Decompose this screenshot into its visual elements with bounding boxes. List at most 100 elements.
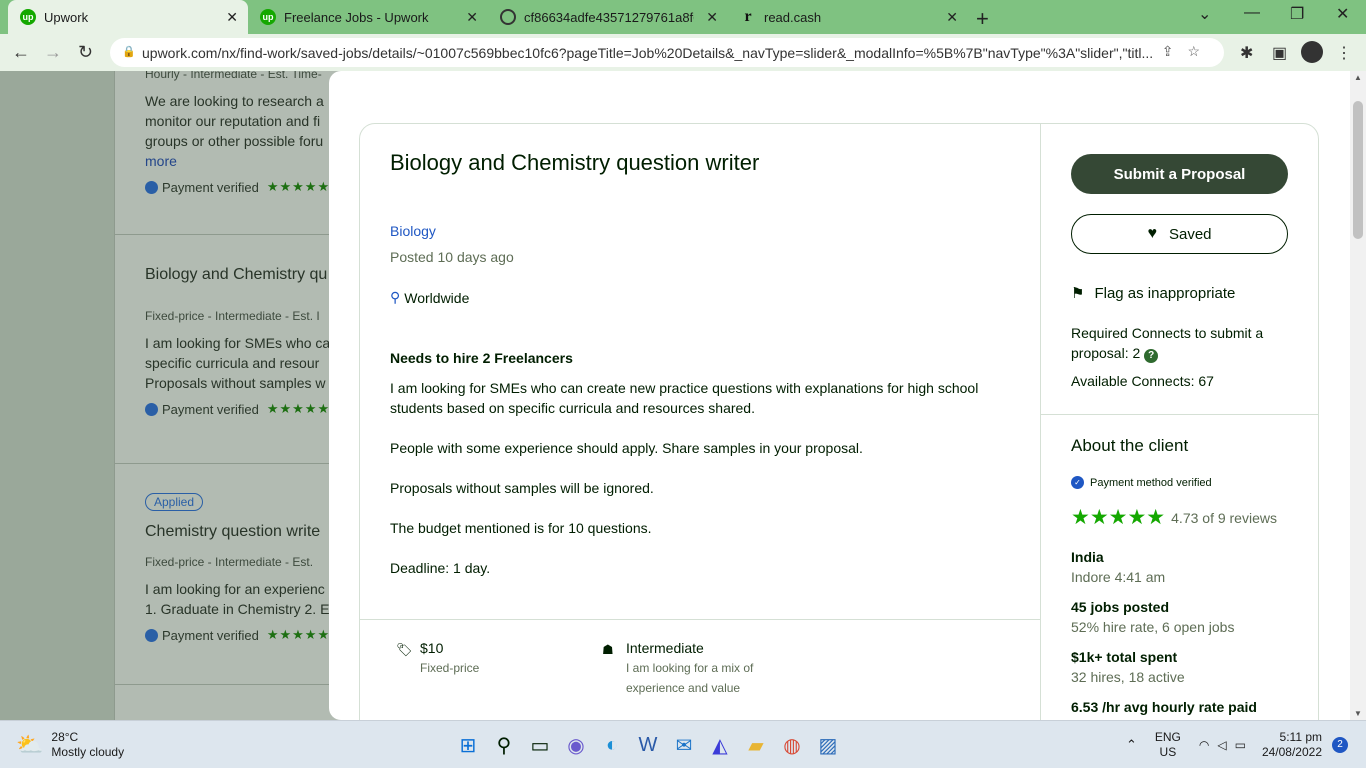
mail-icon[interactable]: ✉	[666, 729, 702, 761]
experience-desc: I am looking for a mix of experience and…	[626, 661, 754, 695]
flag-icon: ⚑	[1071, 285, 1085, 302]
browser-tab-strip: up Upwork ✕ up Freelance Jobs - Upwork ✕…	[0, 0, 1366, 34]
battery-icon[interactable]: ▭	[1235, 738, 1246, 752]
minimize-icon[interactable]: —	[1244, 4, 1260, 22]
experience-feature: ☗ Intermediate I am looking for a mix of…	[602, 640, 786, 698]
volume-icon[interactable]: ◁	[1217, 738, 1226, 752]
tab-search-icon[interactable]: ⌄	[1198, 4, 1211, 24]
verified-icon	[145, 180, 158, 194]
address-bar[interactable]: 🔒 upwork.com/nx/find-work/saved-jobs/det…	[110, 38, 1224, 67]
budget-type: Fixed-price	[420, 661, 480, 675]
job-desc: I am looking for an experienc 1. Graduat…	[145, 581, 330, 617]
close-icon[interactable]: ✕	[706, 9, 718, 26]
scroll-up-icon[interactable]: ▲	[1354, 73, 1362, 82]
weather-desc: Mostly cloudy	[51, 745, 125, 759]
windows-start-icon[interactable]: ⊞	[450, 729, 486, 761]
payment-verified: ✓ Payment method verified	[1071, 476, 1212, 489]
hire-count: Needs to hire 2 Freelancers	[390, 350, 573, 366]
help-icon[interactable]: ?	[1144, 349, 1159, 363]
photos-icon[interactable]: ▨	[810, 729, 846, 761]
rating-stars: ★★★★★	[1071, 506, 1166, 529]
clock[interactable]: 5:11 pm 24/08/2022	[1262, 730, 1322, 760]
upwork-logo-icon: up	[20, 9, 36, 25]
app-icon[interactable]: ◭	[702, 729, 738, 761]
applied-badge: Applied	[145, 493, 204, 511]
notification-badge[interactable]: 2	[1332, 737, 1348, 753]
readcash-logo-icon: r	[744, 8, 752, 25]
description-paragraph: Deadline: 1 day.	[390, 560, 491, 576]
taskbar-apps: ⊞ ⚲ ▭ ◉ ◐ W ✉ ◭ ▰ ◍ ▨	[450, 729, 846, 761]
price-tag-icon: 🏷	[396, 642, 413, 657]
client-location: India Indore 4:41 am	[1071, 549, 1166, 585]
tab-label: cf86634adfe43571279761a8f689	[524, 9, 694, 25]
sidepanel-icon[interactable]: ▣	[1272, 43, 1287, 63]
page-scrollbar[interactable]: ▲ ▼	[1350, 71, 1366, 720]
budget-value: $10	[420, 640, 444, 656]
close-icon[interactable]: ✕	[226, 9, 238, 26]
wifi-icon[interactable]: ◠	[1199, 738, 1209, 752]
tab-upwork[interactable]: up Upwork ✕	[8, 0, 248, 34]
upwork-logo-icon: up	[260, 9, 276, 25]
submit-proposal-button[interactable]: Submit a Proposal	[1071, 154, 1288, 194]
edge-icon[interactable]: ◐	[594, 729, 630, 761]
weather-widget[interactable]: ⛅ 28°C Mostly cloudy	[16, 730, 124, 760]
tab-freelance-jobs[interactable]: up Freelance Jobs - Upwork ✕	[248, 0, 488, 34]
windows-taskbar: ⛅ 28°C Mostly cloudy ⊞ ⚲ ▭ ◉ ◐ W ✉ ◭ ▰ ◍ …	[0, 720, 1366, 768]
maximize-icon[interactable]: ❐	[1290, 4, 1304, 24]
window-close-icon[interactable]: ✕	[1336, 4, 1349, 24]
client-spend: $1k+ total spent 32 hires, 18 active	[1071, 649, 1185, 685]
divider	[360, 619, 1041, 620]
job-card: Biology and Chemistry question writer Bi…	[359, 123, 1319, 720]
location: ⚲ Worldwide	[390, 289, 470, 306]
browser-toolbar: ← → ↻ 🔒 upwork.com/nx/find-work/saved-jo…	[0, 34, 1366, 71]
file-explorer-icon[interactable]: ▰	[738, 729, 774, 761]
flag-link[interactable]: ⚑ Flag as inappropriate	[1071, 284, 1235, 303]
lock-icon: 🔒	[122, 46, 136, 58]
tab-label: Upwork	[44, 9, 89, 25]
search-icon[interactable]: ⚲	[486, 729, 522, 761]
language-indicator[interactable]: ENG US	[1155, 730, 1181, 760]
reload-icon[interactable]: ↻	[78, 42, 93, 63]
verified-icon	[145, 402, 158, 416]
back-arrow-icon[interactable]: ←	[12, 42, 30, 63]
scroll-down-icon[interactable]: ▼	[1354, 709, 1362, 718]
tab-readcash[interactable]: r read.cash ✕	[728, 0, 968, 34]
divider	[1041, 414, 1319, 415]
description-paragraph: People with some experience should apply…	[390, 440, 863, 456]
brain-icon: ☗	[602, 642, 614, 657]
saved-button[interactable]: ♥ Saved	[1071, 214, 1288, 254]
task-view-icon[interactable]: ▭	[522, 729, 558, 761]
menu-icon[interactable]: ⋮	[1336, 43, 1352, 63]
tab-label: read.cash	[764, 9, 822, 25]
scrollbar-thumb[interactable]	[1353, 101, 1363, 239]
category-link[interactable]: Biology	[390, 223, 436, 239]
description-paragraph: The budget mentioned is for 10 questions…	[390, 520, 652, 536]
close-icon[interactable]: ✕	[946, 9, 958, 26]
chevron-up-icon[interactable]: ⌃	[1126, 737, 1137, 753]
cloudy-sun-icon: ⛅	[16, 732, 44, 757]
rating-stars: ★★★★★	[266, 401, 331, 416]
client-jobs: 45 jobs posted 52% hire rate, 6 open jobs	[1071, 599, 1235, 635]
experience-level: Intermediate	[626, 640, 704, 656]
job-sidebar: Submit a Proposal ♥ Saved ⚑ Flag as inappr…	[1041, 124, 1319, 720]
forward-arrow-icon[interactable]: →	[44, 42, 62, 63]
temperature: 28°C	[51, 730, 79, 744]
close-icon[interactable]: ✕	[466, 9, 478, 26]
extensions-icon[interactable]: ✱	[1240, 43, 1253, 63]
client-rate: 6.53 /hr avg hourly rate paid	[1071, 699, 1257, 715]
job-desc: We are looking to research a monitor our…	[145, 93, 324, 149]
chat-icon[interactable]: ◉	[558, 729, 594, 761]
job-title: Biology and Chemistry question writer	[390, 150, 760, 175]
profile-avatar[interactable]	[1301, 41, 1323, 63]
new-tab-button[interactable]: +	[976, 6, 989, 32]
word-icon[interactable]: W	[630, 729, 666, 761]
about-client-title: About the client	[1071, 436, 1189, 455]
url-text: upwork.com/nx/find-work/saved-jobs/detai…	[142, 44, 1152, 61]
posted-date: Posted 10 days ago	[390, 249, 514, 265]
chrome-icon[interactable]: ◍	[774, 729, 810, 761]
verified-icon	[145, 628, 158, 642]
share-icon[interactable]: ⇪☆	[1162, 43, 1214, 60]
location-pin-icon: ⚲	[390, 289, 401, 305]
client-rating: ★★★★★ 4.73 of 9 reviews	[1071, 506, 1277, 529]
tab-hash-page[interactable]: cf86634adfe43571279761a8f689 ✕	[488, 0, 728, 34]
